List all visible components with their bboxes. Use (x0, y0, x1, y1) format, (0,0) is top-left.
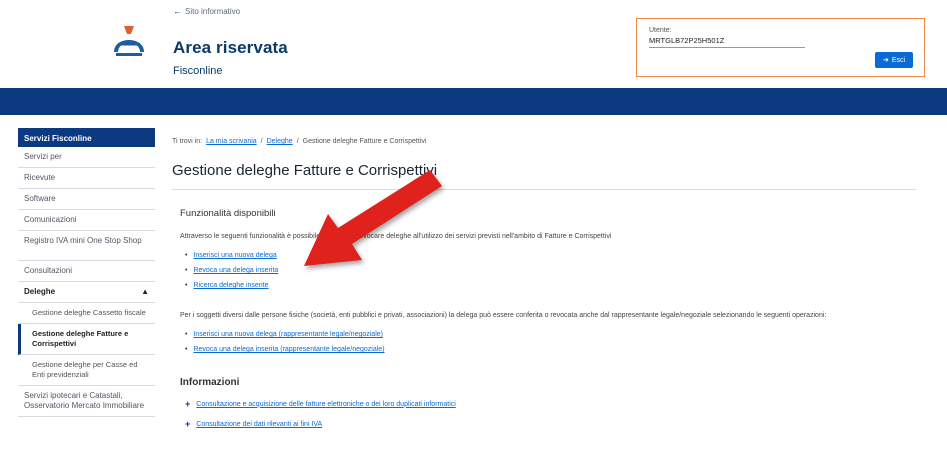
chevron-up-icon: ▲ (141, 287, 149, 296)
functions-list: • Inserisci una nuova delega • Revoca una … (172, 248, 932, 293)
legal-rep-text: Per i soggetti diversi dalle persone fis… (180, 312, 827, 319)
revoke-delega-link[interactable]: Revoca una delega inserita (193, 267, 278, 274)
sidebar-group-deleghe[interactable]: Deleghe ▲ (18, 282, 155, 303)
sidebar-item[interactable]: Consultazioni (18, 261, 155, 282)
page-title: Gestione deleghe Fatture e Corrispettivi (172, 162, 916, 190)
revoke-delega-legal-link[interactable]: Revoca una delega inserita (rappresentan… (193, 346, 384, 353)
sidebar-group-label: Deleghe (24, 287, 56, 296)
insert-delega-link[interactable]: Inserisci una nuova delega (193, 252, 276, 259)
plus-icon: + (185, 399, 191, 409)
divider (649, 47, 805, 48)
list-item: • Inserisci una nuova delega (185, 252, 277, 259)
breadcrumb-link-scrivania[interactable]: La mia scrivania (206, 138, 257, 145)
sidebar-subitem-active[interactable]: Gestione deleghe Fatture e Corrispettivi (18, 324, 155, 355)
sidebar-subitem[interactable]: Gestione deleghe Cassetto fiscale (18, 303, 155, 324)
list-item: • Revoca una delega inserita (rappresenta… (185, 346, 385, 353)
info-link[interactable]: Consultazione dei dati rilevanti ai fini… (196, 421, 322, 428)
user-code: MRTGLB72P25H501Z (649, 36, 725, 45)
legal-rep-list: • Inserisci una nuova delega (rappresenta… (172, 327, 932, 357)
breadcrumb-sep: / (296, 138, 299, 145)
list-item: + Consultazione e acquisizione delle fatt… (185, 394, 932, 414)
site-header: ← Sito informativo Area riservata Fiscon… (0, 0, 947, 88)
plus-icon: + (185, 419, 191, 429)
info-link[interactable]: Consultazione e acquisizione delle fattu… (196, 401, 456, 408)
breadcrumb: Ti trovi in: La mia scrivania / Deleghe … (172, 138, 932, 145)
logout-icon: ➜ (882, 57, 889, 64)
sidebar-item[interactable]: Ricevute (18, 168, 155, 189)
exit-button[interactable]: ➜ Esci (875, 52, 913, 68)
breadcrumb-sep: / (260, 138, 263, 145)
sidebar-header[interactable]: Servizi Fisconline (18, 128, 155, 147)
user-box: Utente: MRTGLB72P25H501Z ➜ Esci (636, 18, 925, 77)
arrow-left-icon: ← (173, 6, 182, 16)
user-label: Utente: (649, 27, 672, 34)
main-content: Ti trovi in: La mia scrivania / Deleghe … (172, 128, 932, 434)
agenzia-entrate-logo (114, 26, 144, 56)
sidebar-item[interactable]: Servizi per (18, 147, 155, 168)
breadcrumb-link-deleghe[interactable]: Deleghe (267, 138, 293, 145)
sidebar-item[interactable]: Software (18, 189, 155, 210)
back-link-label: Sito informativo (185, 6, 241, 16)
breadcrumb-current: Gestione deleghe Fatture e Corrispettivi (302, 138, 427, 145)
list-item: • Revoca una delega inserita (185, 267, 279, 274)
sidebar-subitem[interactable]: Gestione deleghe per Casse ed Enti previ… (18, 355, 155, 386)
list-item: + Consultazione dei dati rilevanti ai fin… (185, 414, 932, 434)
list-item: • Ricerca deleghe inserite (185, 282, 269, 289)
breadcrumb-prefix: Ti trovi in: (172, 138, 203, 145)
section-title: Funzionalità disponibili (180, 208, 276, 219)
info-title: Informazioni (180, 377, 240, 388)
list-item: • Inserisci una nuova delega (rappresenta… (185, 331, 383, 338)
info-list: + Consultazione e acquisizione delle fatt… (172, 394, 932, 434)
intro-text: Attraverso le seguenti funzionalità è po… (180, 233, 612, 240)
page-area-subtitle: Fisconline (173, 65, 223, 77)
back-to-site-link[interactable]: ← Sito informativo (173, 6, 240, 16)
sidebar-item[interactable]: Servizi ipotecari e Catastali, Osservato… (18, 386, 155, 417)
sidebar-item[interactable]: Registro IVA mini One Stop Shop (18, 231, 155, 261)
insert-delega-legal-link[interactable]: Inserisci una nuova delega (rappresentan… (193, 331, 383, 338)
sidebar-item[interactable]: Comunicazioni (18, 210, 155, 231)
top-nav-band (0, 88, 947, 115)
search-deleghe-link[interactable]: Ricerca deleghe inserite (193, 282, 268, 289)
sidebar: Servizi Fisconline Servizi per Ricevute … (18, 128, 155, 417)
exit-button-label: Esci (891, 56, 906, 64)
page-area-title: Area riservata (173, 38, 288, 57)
